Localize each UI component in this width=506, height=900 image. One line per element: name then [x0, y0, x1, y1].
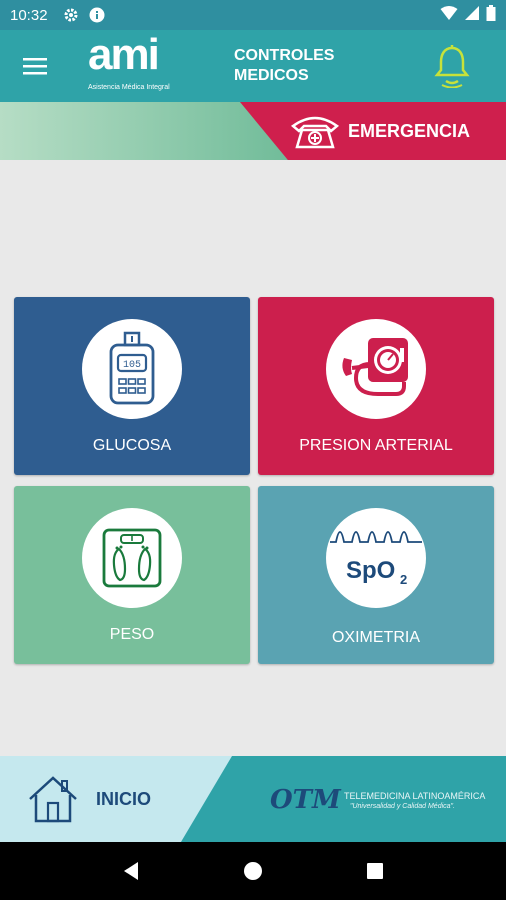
blood-pressure-icon — [326, 319, 426, 419]
peso-card[interactable]: PESO — [14, 486, 250, 664]
emergency-button[interactable]: EMERGENCIA — [240, 102, 506, 160]
status-bar: 10:32 — [0, 0, 506, 30]
menu-icon — [23, 58, 47, 75]
peso-label: PESO — [109, 626, 155, 643]
home-nav-button[interactable] — [233, 851, 273, 891]
brand-logo: OTM TELEMEDICINA LATINOAMÉRICA "Universa… — [270, 780, 500, 820]
notifications-button[interactable] — [432, 42, 472, 90]
page-title-line1: CONTROLES — [234, 47, 335, 64]
glucometer-reading: 105 — [123, 360, 141, 371]
circle-home-icon — [244, 862, 262, 880]
logo-text: ami — [88, 30, 160, 79]
spo2-text: SpO — [346, 557, 395, 584]
oximetria-label: OXIMETRIA — [331, 629, 420, 646]
logo-tagline: Asistencia Médica Integral — [88, 84, 170, 91]
spo2-subscript: 2 — [400, 572, 407, 587]
brand-name: TELEMEDICINA LATINOAMÉRICA — [344, 790, 486, 801]
spo2-icon: SpO 2 — [326, 508, 426, 608]
settings-icon — [62, 6, 80, 24]
home-icon — [29, 776, 77, 823]
phone-icon — [290, 111, 340, 151]
presion-arterial-card[interactable]: PRESION ARTERIAL — [258, 297, 494, 475]
emergency-label: EMERGENCIA — [347, 120, 470, 141]
bell-icon — [434, 45, 470, 88]
page-title: CONTROLES MEDICOS — [234, 46, 354, 86]
menu-button[interactable] — [0, 30, 70, 102]
back-button[interactable] — [111, 851, 151, 891]
glucosa-label: GLUCOSA — [92, 437, 172, 454]
info-icon — [88, 6, 106, 24]
bottom-bar: INICIO OTM TELEMEDICINA LATINOAMÉRICA "U… — [0, 756, 506, 842]
brand-slogan: "Universalidad y Calidad Médica". — [350, 802, 455, 810]
scale-icon — [82, 508, 182, 608]
emergency-band: EMERGENCIA — [0, 102, 506, 160]
ami-logo: ami Asistencia Médica Integral — [84, 30, 204, 96]
home-button[interactable]: INICIO — [0, 756, 232, 842]
glucosa-card[interactable]: 105 GLUCOSA — [14, 297, 250, 475]
recents-button[interactable] — [355, 851, 395, 891]
home-label: INICIO — [96, 788, 152, 809]
status-time: 10:32 — [10, 6, 48, 24]
app-bar: ami Asistencia Médica Integral CONTROLES… — [0, 30, 506, 102]
battery-icon — [486, 4, 496, 26]
glucometer-icon: 105 — [82, 319, 182, 419]
wifi-icon — [440, 5, 458, 26]
signal-icon — [464, 5, 480, 26]
presion-arterial-label: PRESION ARTERIAL — [299, 437, 453, 454]
brand-mark: OTM — [270, 785, 341, 815]
system-nav-bar — [0, 842, 506, 900]
oximetria-card[interactable]: SpO 2 OXIMETRIA — [258, 486, 494, 664]
square-recents-icon — [367, 863, 383, 879]
page-title-line2: MEDICOS — [234, 67, 309, 84]
back-icon — [124, 862, 138, 880]
